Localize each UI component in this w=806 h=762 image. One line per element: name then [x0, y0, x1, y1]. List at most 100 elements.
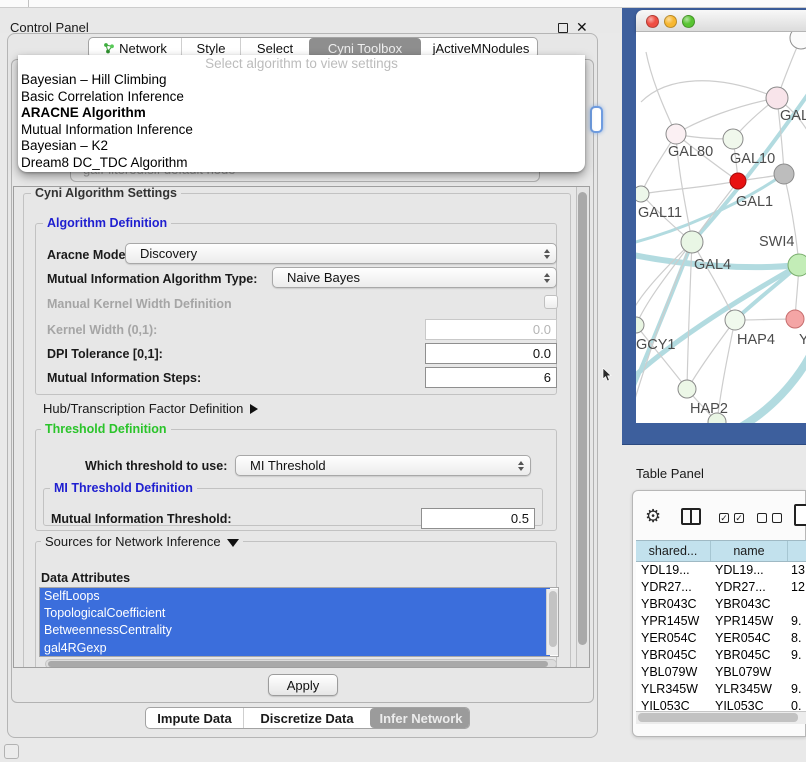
column-header-clipped[interactable] — [788, 541, 806, 561]
network-node[interactable] — [790, 32, 806, 49]
algorithm-dropdown[interactable]: Select algorithm to view settings Bayesi… — [18, 55, 585, 172]
dpi-tolerance-input[interactable] — [425, 343, 557, 364]
mi-threshold-group-title: MI Threshold Definition — [50, 482, 197, 495]
table-row[interactable]: YLR345WYLR345W9. — [636, 681, 806, 698]
sources-title-text: Sources for Network Inference — [45, 534, 221, 549]
algorithm-dropdown-list: Bayesian – Hill ClimbingBasic Correlatio… — [18, 72, 585, 171]
table-row[interactable]: YIL053CYIL053C0. — [636, 698, 806, 711]
document-icon[interactable] — [794, 504, 806, 526]
table-cell: YIL053C — [636, 698, 710, 711]
network-node-gal80[interactable] — [666, 124, 686, 144]
table-panel-title: Table Panel — [636, 466, 704, 481]
table-scrollbar-thumb[interactable] — [638, 713, 798, 722]
float-window-icon[interactable] — [558, 23, 568, 33]
algorithm-definition-title: Algorithm Definition — [43, 217, 171, 230]
bottom-tab-infer-network[interactable]: Infer Network — [370, 708, 470, 728]
table-row[interactable]: YDL19...YDL19...13 — [636, 562, 806, 579]
algorithm-option-mutual-information-inference[interactable]: Mutual Information Inference — [18, 122, 585, 139]
network-node-y[interactable] — [786, 310, 804, 328]
mi-threshold-input[interactable] — [421, 508, 535, 529]
network-node-gal11[interactable] — [636, 186, 649, 202]
table-row[interactable]: YBR043CYBR043C — [636, 596, 806, 613]
table-row[interactable]: YDR27...YDR27...12 — [636, 579, 806, 596]
which-threshold-value: MI Threshold — [250, 456, 326, 475]
table-cell: YLR345W — [710, 681, 786, 698]
network-canvas[interactable]: GALGAL80GAL10GAL1GAL11GAL4SWI4GCY1HAP4YH… — [636, 32, 806, 423]
attribute-item-selfloops[interactable]: SelfLoops — [40, 588, 550, 605]
network-node-gal1[interactable] — [730, 173, 746, 189]
column-header-name[interactable]: name — [711, 541, 788, 561]
application-window: Control Panel ✕ NetworkStyleSelectCyni T… — [0, 0, 806, 762]
toolbar-divider — [28, 0, 29, 7]
network-edge — [646, 52, 676, 134]
network-node-swi4[interactable] — [788, 254, 806, 276]
select-all-checkbox-icon[interactable]: ✓ — [734, 513, 744, 523]
node-label-gcy1: GCY1 — [636, 337, 676, 353]
attribute-item-topologicalcoefficient[interactable]: TopologicalCoefficient — [40, 605, 550, 622]
algorithm-option-basic-correlation-inference[interactable]: Basic Correlation Inference — [18, 89, 585, 106]
aracne-mode-combo[interactable]: Discovery — [125, 243, 557, 264]
network-window-titlebar[interactable] — [636, 10, 806, 32]
algorithm-option-dream8-dc-tdc-algorithm[interactable]: Dream8 DC_TDC Algorithm — [18, 155, 585, 172]
network-node-gal4[interactable] — [681, 231, 703, 253]
network-node-gal[interactable] — [766, 87, 788, 109]
attribute-item-betweennesscentrality[interactable]: BetweennessCentrality — [40, 622, 550, 639]
network-node-hap2[interactable] — [678, 380, 696, 398]
mi-threshold-label: Mutual Information Threshold: — [51, 512, 232, 526]
hub-definition-toggle[interactable]: Hub/Transcription Factor Definition — [43, 401, 258, 416]
close-traffic-light[interactable] — [646, 15, 659, 28]
horizontal-scrollbar-thumb[interactable] — [48, 661, 548, 667]
network-node-gal10[interactable] — [723, 129, 743, 149]
mi-steps-input[interactable] — [425, 367, 557, 388]
deselect-all-checkbox-icon[interactable] — [757, 513, 767, 523]
table-cell: 9. — [786, 681, 806, 698]
mi-algorithm-type-combo[interactable]: Naive Bayes — [272, 267, 557, 288]
split-columns-icon[interactable] — [681, 508, 701, 525]
kernel-width-input[interactable] — [425, 319, 557, 340]
apply-button[interactable]: Apply — [268, 674, 338, 696]
network-node-hap4[interactable] — [725, 310, 745, 330]
network-icon — [103, 42, 115, 54]
settings-scrollbar-thumb[interactable] — [578, 192, 587, 645]
deselect-all-checkbox-icon[interactable] — [772, 513, 782, 523]
stepper-arrows-icon — [518, 461, 524, 471]
table-cell: YPR145W — [636, 613, 710, 630]
hub-definition-label: Hub/Transcription Factor Definition — [43, 401, 243, 416]
settings-horizontal-scrollbar[interactable] — [45, 659, 557, 668]
table-cell: YLR345W — [636, 681, 710, 698]
table-cell: YBR043C — [710, 596, 786, 613]
table-row[interactable]: YBL079WYBL079W — [636, 664, 806, 681]
algorithm-option-bayesian-hill-climbing[interactable]: Bayesian – Hill Climbing — [18, 72, 585, 89]
minimized-panel-icon[interactable] — [4, 744, 19, 759]
dpi-tolerance-label: DPI Tolerance [0,1]: — [47, 347, 163, 361]
manual-kernel-checkbox[interactable] — [544, 295, 558, 309]
bottom-tab-impute-data[interactable]: Impute Data — [146, 708, 243, 728]
attributes-list-scrollbar[interactable] — [546, 589, 558, 655]
table-row[interactable]: YBR045CYBR045C9. — [636, 647, 806, 664]
which-threshold-combo[interactable]: MI Threshold — [235, 455, 531, 476]
attributes-scrollbar-thumb[interactable] — [549, 591, 557, 647]
gear-icon[interactable]: ⚙ — [645, 506, 661, 526]
algorithm-option-aracne-algorithm[interactable]: ARACNE Algorithm — [18, 105, 585, 122]
zoom-traffic-light[interactable] — [682, 15, 695, 28]
table-cell: YBL079W — [710, 664, 786, 681]
sources-group-title[interactable]: Sources for Network Inference — [41, 535, 243, 548]
network-edge — [641, 181, 738, 194]
table-cell: 13 — [786, 562, 806, 579]
data-attributes-list[interactable]: SelfLoopsTopologicalCoefficientBetweenne… — [39, 587, 559, 657]
network-node[interactable] — [774, 164, 794, 184]
column-header-shared[interactable]: shared... — [636, 541, 711, 561]
select-all-checkbox-icon[interactable]: ✓ — [719, 513, 729, 523]
table-row[interactable]: YER054CYER054C8. — [636, 630, 806, 647]
table-cell: YDL19... — [710, 562, 786, 579]
cyni-algorithm-settings-title: Cyni Algorithm Settings — [31, 187, 181, 200]
table-cell: YBR045C — [636, 647, 710, 664]
algorithm-option-bayesian-k2[interactable]: Bayesian – K2 — [18, 138, 585, 155]
attribute-item-gal4rgexp[interactable]: gal4RGexp — [40, 640, 550, 657]
which-threshold-label: Which threshold to use: — [85, 459, 227, 473]
tab-label: Style — [197, 41, 226, 56]
bottom-tab-discretize-data[interactable]: Discretize Data — [243, 708, 370, 728]
network-node-gcy1[interactable] — [636, 317, 644, 333]
minimize-traffic-light[interactable] — [664, 15, 677, 28]
table-row[interactable]: YPR145WYPR145W9. — [636, 613, 806, 630]
